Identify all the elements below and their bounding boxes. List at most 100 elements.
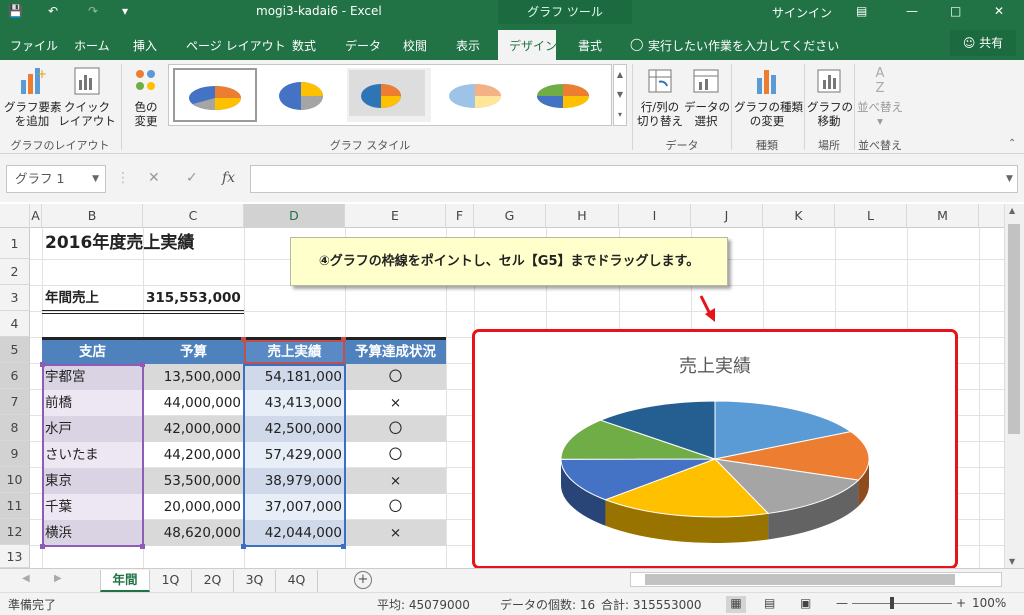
row-header-7[interactable]: 7 xyxy=(0,389,30,415)
prev-sheet-icon[interactable]: ◀ xyxy=(22,573,30,584)
chart-style-5[interactable] xyxy=(523,68,607,122)
tab-view[interactable]: 表示 xyxy=(456,37,480,54)
sheet-tab-q2[interactable]: 2Q xyxy=(192,570,234,592)
customize-qat-icon[interactable]: ▾ xyxy=(122,4,128,18)
sheet-tab-q3[interactable]: 3Q xyxy=(234,570,276,592)
budget-cell[interactable]: 48,620,000 xyxy=(143,520,244,546)
column-header-l[interactable]: L xyxy=(835,204,907,228)
share-button[interactable]: ☺ 共有 xyxy=(950,30,1016,56)
table-header-branch[interactable]: 支店 xyxy=(42,340,143,364)
range-handle[interactable] xyxy=(241,337,246,342)
tab-review[interactable]: 校閲 xyxy=(403,37,427,54)
range-handle[interactable] xyxy=(140,362,145,367)
move-chart-button[interactable]: グラフの 移動 xyxy=(807,66,853,128)
sheet-tab-q1[interactable]: 1Q xyxy=(150,570,192,592)
chart-object[interactable]: 売上実績 xyxy=(472,329,958,569)
page-layout-view-icon[interactable]: ▤ xyxy=(764,596,775,610)
insert-function-icon[interactable]: fx xyxy=(222,170,235,186)
tab-data[interactable]: データ xyxy=(345,37,381,54)
table-header-achievement[interactable]: 予算達成状況 xyxy=(345,340,446,364)
normal-view-icon[interactable]: ▦ xyxy=(726,596,746,613)
save-icon[interactable]: 💾 xyxy=(8,4,23,18)
achievement-cell[interactable]: 〇 xyxy=(345,442,446,468)
tab-insert[interactable]: 挿入 xyxy=(133,37,157,54)
budget-cell[interactable]: 20,000,000 xyxy=(143,494,244,520)
signin-link[interactable]: サインイン xyxy=(772,4,832,21)
zoom-out-icon[interactable]: — xyxy=(836,596,848,610)
row-header-1[interactable]: 1 xyxy=(0,228,30,259)
redo-icon[interactable]: ↷ xyxy=(88,4,98,18)
gallery-scroll[interactable]: ▲ ▼ ▾ xyxy=(613,64,627,126)
achievement-cell[interactable]: 〇 xyxy=(345,494,446,520)
sheet-tab-q4[interactable]: 4Q xyxy=(276,570,318,592)
achievement-cell[interactable]: 〇 xyxy=(345,364,446,390)
scroll-up-icon[interactable]: ▲ xyxy=(1009,206,1015,215)
vertical-scrollbar[interactable]: ▲ ▼ xyxy=(1004,204,1024,568)
column-header-e[interactable]: E xyxy=(345,204,446,228)
chart-style-4[interactable] xyxy=(435,68,519,122)
tab-formulas[interactable]: 数式 xyxy=(292,37,316,54)
chart-style-gallery[interactable] xyxy=(168,64,612,126)
range-handle[interactable] xyxy=(341,337,346,342)
scroll-down-icon[interactable]: ▼ xyxy=(1009,557,1015,566)
budget-cell[interactable]: 42,000,000 xyxy=(143,416,244,442)
cancel-formula-icon[interactable]: ✕ xyxy=(148,170,160,186)
column-header-d[interactable]: D xyxy=(244,204,345,228)
chart-style-1[interactable] xyxy=(173,68,257,122)
column-header-c[interactable]: C xyxy=(143,204,244,228)
annual-sales-value[interactable]: 315,553,000 xyxy=(146,285,241,311)
enter-formula-icon[interactable]: ✓ xyxy=(186,170,198,186)
page-break-view-icon[interactable]: ▣ xyxy=(800,596,811,610)
column-header-a[interactable]: A xyxy=(30,204,42,228)
close-icon[interactable]: ✕ xyxy=(994,4,1004,18)
achievement-cell[interactable]: × xyxy=(345,390,446,416)
tab-file[interactable]: ファイル xyxy=(10,37,58,54)
range-handle[interactable] xyxy=(241,544,246,549)
row-header-8[interactable]: 8 xyxy=(0,415,30,441)
zoom-in-icon[interactable]: + xyxy=(956,596,966,610)
ribbon-display-icon[interactable]: ▤ xyxy=(856,4,867,18)
annual-sales-label[interactable]: 年間売上 xyxy=(45,285,99,311)
select-data-button[interactable]: データの 選択 xyxy=(684,66,730,128)
row-header-11[interactable]: 11 xyxy=(0,493,30,519)
zoom-slider-thumb[interactable] xyxy=(890,597,894,609)
achievement-cell[interactable]: × xyxy=(345,468,446,494)
undo-icon[interactable]: ↶ xyxy=(48,4,58,18)
minimize-icon[interactable]: — xyxy=(906,4,918,18)
maximize-icon[interactable]: □ xyxy=(950,4,961,18)
table-header-sales[interactable]: 売上実績 xyxy=(244,340,345,364)
row-header-12[interactable]: 12 xyxy=(0,519,30,545)
achievement-cell[interactable]: × xyxy=(345,520,446,546)
horizontal-scrollbar[interactable] xyxy=(630,572,1002,587)
tab-home[interactable]: ホーム xyxy=(74,37,110,54)
table-header-budget[interactable]: 予算 xyxy=(143,340,244,364)
column-header-g[interactable]: G xyxy=(474,204,546,228)
tell-me-box[interactable]: 実行したい作業を入力してください xyxy=(648,37,839,54)
sort-button[interactable]: AZ 並べ替え ▾ xyxy=(856,66,904,128)
row-header-10[interactable]: 10 xyxy=(0,467,30,493)
budget-cell[interactable]: 53,500,000 xyxy=(143,468,244,494)
change-chart-type-button[interactable]: グラフの種類 の変更 xyxy=(734,66,803,128)
add-sheet-icon[interactable]: + xyxy=(354,571,372,589)
change-colors-button[interactable]: 色の 変更 xyxy=(124,66,168,128)
horizontal-scroll-thumb[interactable] xyxy=(645,574,955,585)
tab-format[interactable]: 書式 xyxy=(578,37,602,54)
column-header-f[interactable]: F xyxy=(446,204,474,228)
pie-chart[interactable] xyxy=(475,332,955,568)
budget-cell[interactable]: 44,000,000 xyxy=(143,390,244,416)
row-header-5[interactable]: 5 xyxy=(0,337,30,363)
row-header-6[interactable]: 6 xyxy=(0,363,30,389)
next-sheet-icon[interactable]: ▶ xyxy=(54,573,62,584)
column-header-k[interactable]: K xyxy=(763,204,835,228)
name-box-dropdown-icon[interactable]: ▼ xyxy=(92,166,99,192)
row-header-2[interactable]: 2 xyxy=(0,259,30,285)
name-box[interactable]: グラフ 1 ▼ xyxy=(6,165,106,193)
row-header-9[interactable]: 9 xyxy=(0,441,30,467)
expand-formula-icon[interactable]: ▼ xyxy=(1006,174,1013,184)
range-handle[interactable] xyxy=(40,544,45,549)
range-handle[interactable] xyxy=(40,362,45,367)
row-header-13[interactable]: 13 xyxy=(0,545,30,568)
sheet-title[interactable]: 2016年度売上実績 xyxy=(45,230,194,256)
column-header-m[interactable]: M xyxy=(907,204,979,228)
collapse-ribbon-icon[interactable]: ⌃ xyxy=(1008,138,1016,149)
